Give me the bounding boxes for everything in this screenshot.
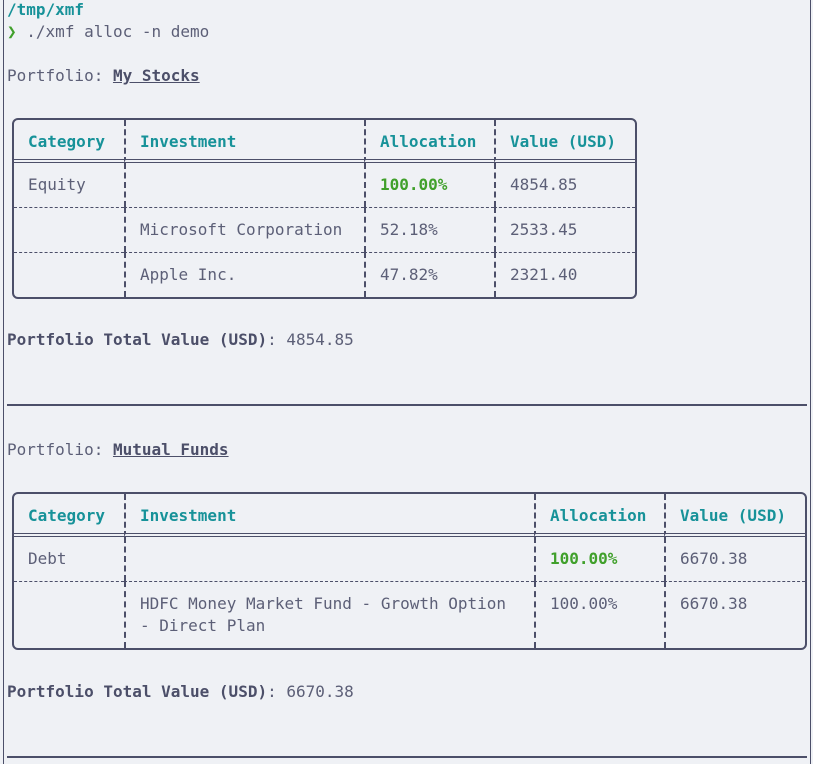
- prompt-chevron-icon: ❯: [7, 22, 17, 41]
- total-value: 4854.85: [286, 330, 354, 349]
- total-label: Portfolio Total Value (USD): [7, 330, 268, 349]
- cwd-path: /tmp/xmf: [7, 0, 85, 19]
- allocation-cell: 100.00%: [534, 581, 664, 648]
- total-separator: :: [267, 330, 287, 349]
- table-row: Apple Inc. 47.82% 2321.40: [14, 252, 635, 297]
- category-cell: Equity: [28, 175, 86, 194]
- section-divider: [7, 404, 807, 406]
- portfolio-heading: Portfolio: Mutual Funds: [7, 439, 229, 461]
- investment-cell: [124, 163, 364, 207]
- portfolio-label: Portfolio:: [7, 66, 113, 85]
- column-header-allocation: Allocation: [364, 120, 494, 163]
- column-header-investment: Investment: [124, 494, 534, 537]
- section-divider: [7, 756, 807, 758]
- value-cell: 6670.38: [664, 537, 805, 581]
- value-cell: 4854.85: [494, 163, 635, 207]
- table-row: Microsoft Corporation 52.18% 2533.45: [14, 207, 635, 252]
- column-header-value: Value (USD): [494, 120, 635, 163]
- portfolio-name: Mutual Funds: [112, 440, 229, 459]
- terminal-left-border: [3, 0, 4, 764]
- total-separator: :: [267, 682, 287, 701]
- allocation-cell: 47.82%: [364, 252, 494, 297]
- column-header-investment: Investment: [124, 120, 364, 163]
- table-row: Equity 100.00% 4854.85: [14, 163, 635, 207]
- portfolio-total-line: Portfolio Total Value (USD): 6670.38: [7, 681, 354, 703]
- value-cell: 6670.38: [664, 581, 805, 648]
- allocation-cell: 100.00%: [364, 163, 494, 207]
- portfolio-heading: Portfolio: My Stocks: [7, 65, 200, 87]
- allocation-table-my-stocks: Category Investment Allocation Value (US…: [12, 118, 637, 299]
- allocation-cell: 100.00%: [534, 537, 664, 581]
- investment-cell: [124, 537, 534, 581]
- command-line: ❯ ./xmf alloc -n demo: [7, 21, 209, 43]
- investment-cell: Microsoft Corporation: [124, 207, 364, 252]
- total-value: 6670.38: [286, 682, 354, 701]
- category-cell: [14, 207, 124, 252]
- category-cell: [14, 581, 124, 648]
- table-header-row: Category Investment Allocation Value (US…: [14, 494, 805, 537]
- table-row: Debt 100.00% 6670.38: [14, 537, 805, 581]
- column-header-category: Category: [14, 120, 124, 163]
- portfolio-label: Portfolio:: [7, 440, 113, 459]
- column-header-category: Category: [14, 494, 124, 537]
- table-row: HDFC Money Market Fund - Growth Option -…: [14, 581, 805, 648]
- portfolio-total-line: Portfolio Total Value (USD): 4854.85: [7, 329, 354, 351]
- category-cell: Debt: [28, 549, 67, 568]
- column-header-allocation: Allocation: [534, 494, 664, 537]
- portfolio-name: My Stocks: [112, 66, 200, 85]
- terminal-right-border: [810, 0, 811, 764]
- total-label: Portfolio Total Value (USD): [7, 682, 268, 701]
- command-text: ./xmf alloc -n demo: [26, 22, 210, 41]
- value-cell: 2533.45: [494, 207, 635, 252]
- table-header-row: Category Investment Allocation Value (US…: [14, 120, 635, 163]
- investment-cell: Apple Inc.: [124, 252, 364, 297]
- allocation-cell: 52.18%: [364, 207, 494, 252]
- category-cell: [14, 252, 124, 297]
- investment-cell: HDFC Money Market Fund - Growth Option -…: [124, 581, 534, 648]
- allocation-table-mutual-funds: Category Investment Allocation Value (US…: [12, 492, 807, 650]
- value-cell: 2321.40: [494, 252, 635, 297]
- column-header-value: Value (USD): [664, 494, 805, 537]
